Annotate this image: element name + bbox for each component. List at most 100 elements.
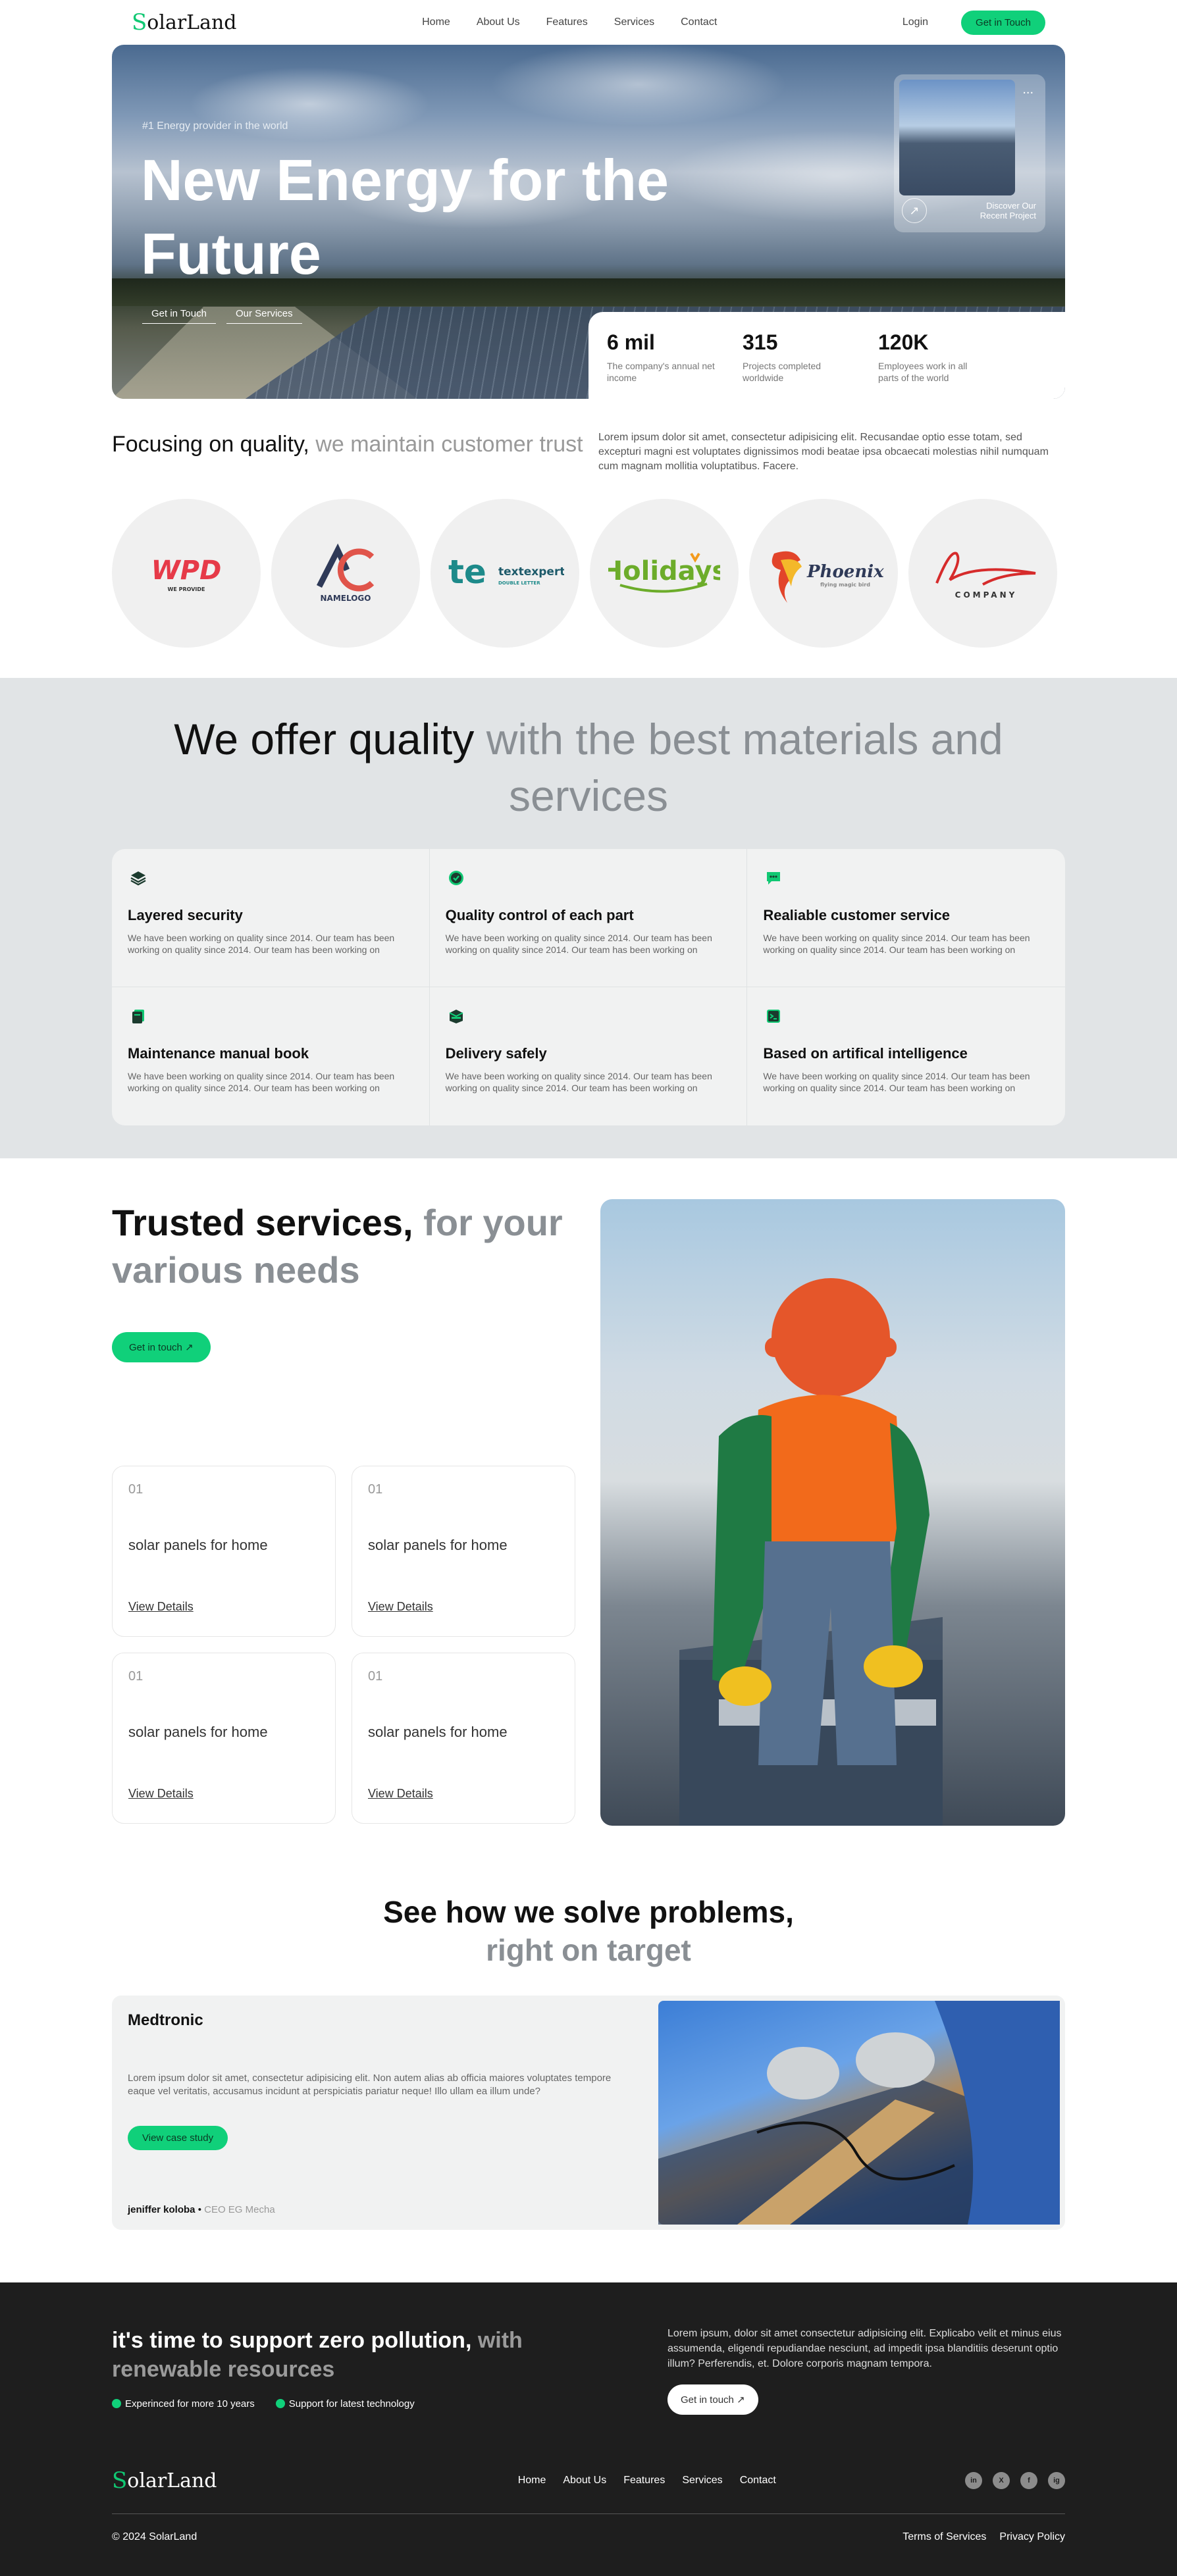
features-grid: Layered security We have been working on… xyxy=(112,849,1065,1125)
nav-link-services[interactable]: Services xyxy=(614,16,654,28)
legal-links: Terms of Services Privacy Policy xyxy=(902,2531,1065,2543)
hero-links: Get in Touch Our Services xyxy=(142,304,302,324)
site-logo[interactable]: SolarLand xyxy=(132,9,237,36)
view-details-link[interactable]: View Details xyxy=(368,1600,559,1614)
solve-section: See how we solve problems, right on targe… xyxy=(112,1893,1065,2230)
recent-project-card[interactable]: ... ↗ Discover Our Recent Project xyxy=(894,74,1045,232)
card-number: 01 xyxy=(368,1669,383,1684)
feature-title: Delivery safely xyxy=(445,1045,547,1062)
footer-link-services[interactable]: Services xyxy=(682,2475,722,2486)
solar-worker-illustration xyxy=(679,1278,943,1826)
check-experience: Experinced for more 10 years xyxy=(112,2398,255,2409)
privacy-link[interactable]: Privacy Policy xyxy=(999,2531,1065,2543)
logo-phoenix-sub: flying magic bird xyxy=(820,582,870,588)
nav-actions: Login Get in Touch xyxy=(902,10,1045,35)
logo-holidays: Holidays xyxy=(590,499,739,648)
logo-text: olarLand xyxy=(147,11,237,34)
view-case-study-button[interactable]: View case study xyxy=(128,2126,228,2150)
view-details-link[interactable]: View Details xyxy=(128,1600,319,1614)
feature-quality-control: Quality control of each part We have bee… xyxy=(429,849,748,987)
nav-link-home[interactable]: Home xyxy=(422,16,450,28)
footer-link-home[interactable]: Home xyxy=(518,2475,546,2486)
svg-text:te: te xyxy=(448,553,486,591)
feature-text: We have been working on quality since 20… xyxy=(763,933,1030,955)
service-card[interactable]: 01 solar panels for home View Details xyxy=(352,1653,575,1824)
check-support: Support for latest technology xyxy=(276,2398,415,2409)
hero-our-services-link[interactable]: Our Services xyxy=(226,304,302,324)
card-title: solar panels for home xyxy=(368,1537,508,1553)
terms-link[interactable]: Terms of Services xyxy=(902,2531,986,2543)
hero-stats: 6 mil The company's annual net income 315… xyxy=(588,312,1065,399)
facebook-icon[interactable]: f xyxy=(1020,2472,1037,2489)
stat-label: The company's annual net income xyxy=(607,361,715,383)
case-author: jeniffer koloba • CEO EG Mecha xyxy=(128,2204,275,2215)
focus-section: Focusing on quality, we maintain custome… xyxy=(112,430,1065,474)
get-in-touch-button[interactable]: Get in Touch xyxy=(961,10,1045,35)
textexpert-logo-icon: te textexpert DOUBLE LETTER xyxy=(448,553,564,591)
footer-nav: SolarLand Home About Us Features Service… xyxy=(112,2467,1065,2514)
stat-employees: 120K Employees work in all parts of the w… xyxy=(878,330,1014,399)
stat-label: Employees work in all parts of the world xyxy=(878,361,968,383)
footer-get-in-touch-button[interactable]: Get in touch ↗ xyxy=(667,2384,758,2415)
social-links: in X f ig xyxy=(965,2472,1065,2489)
footer-cta-left: it's time to support zero pollution, wit… xyxy=(112,2326,560,2415)
nav-link-about[interactable]: About Us xyxy=(477,16,520,28)
footer-bottom: © 2024 SolarLand Terms of Services Priva… xyxy=(112,2531,1065,2543)
logo-textexpert-name: textexpert xyxy=(498,565,564,579)
service-card[interactable]: 01 solar panels for home View Details xyxy=(112,1653,336,1824)
linkedin-icon[interactable]: in xyxy=(965,2472,982,2489)
footer-cta-label: Get in touch xyxy=(681,2394,734,2406)
copyright: © 2024 SolarLand xyxy=(112,2531,197,2542)
solve-title-dark: See how we solve problems, xyxy=(383,1895,794,1929)
feature-title: Maintenance manual book xyxy=(128,1045,309,1062)
service-card[interactable]: 01 solar panels for home View Details xyxy=(112,1466,336,1637)
more-options-icon[interactable]: ... xyxy=(1022,82,1033,97)
recent-project-thumbnail xyxy=(899,80,1015,195)
hero-get-in-touch-link[interactable]: Get in Touch xyxy=(142,304,216,324)
arrow-up-right-icon[interactable]: ↗ xyxy=(902,198,927,223)
footer-links: Home About Us Features Services Contact xyxy=(518,2475,776,2486)
wiring-illustration xyxy=(658,2001,1060,2225)
logo-holidays-name: Holidays xyxy=(608,556,720,586)
card-number: 01 xyxy=(128,1482,144,1497)
offer-title-dark: We offer quality xyxy=(174,715,475,763)
nav-link-features[interactable]: Features xyxy=(546,16,588,28)
card-number: 01 xyxy=(368,1482,383,1497)
view-details-link[interactable]: View Details xyxy=(368,1787,559,1801)
footer-link-features[interactable]: Features xyxy=(623,2475,665,2486)
x-icon[interactable]: X xyxy=(993,2472,1010,2489)
logo-textexpert-sub: DOUBLE LETTER xyxy=(498,580,540,586)
footer-logo[interactable]: SolarLand xyxy=(112,2467,217,2494)
focus-title-dark: Focusing on quality, xyxy=(112,432,309,457)
feature-maintenance-book: Maintenance manual book We have been wor… xyxy=(112,987,430,1125)
trusted-title: Trusted services, for your various needs xyxy=(112,1199,577,1294)
login-link[interactable]: Login xyxy=(902,16,928,28)
footer-link-contact[interactable]: Contact xyxy=(740,2475,776,2486)
feature-delivery: Delivery safely We have been working on … xyxy=(430,987,748,1125)
trusted-get-in-touch-button[interactable]: Get in touch ↗ xyxy=(112,1332,211,1362)
feature-title: Layered security xyxy=(128,907,243,923)
instagram-icon[interactable]: ig xyxy=(1048,2472,1065,2489)
footer-link-about[interactable]: About Us xyxy=(563,2475,606,2486)
view-details-link[interactable]: View Details xyxy=(128,1787,319,1801)
logo-namelogo: NAMELOGO xyxy=(271,499,420,648)
logo-wpd: WPD WE PROVIDE xyxy=(112,499,261,648)
solve-title: See how we solve problems, right on targe… xyxy=(112,1893,1065,1969)
feature-title: Quality control of each part xyxy=(445,907,634,923)
footer: it's time to support zero pollution, wit… xyxy=(0,2282,1177,2576)
focus-text: Lorem ipsum dolor sit amet, consectetur … xyxy=(598,432,1049,472)
check-circle-icon xyxy=(446,867,467,889)
footer-cta-right: Lorem ipsum, dolor sit amet consectetur … xyxy=(667,2326,1065,2415)
service-card[interactable]: 01 solar panels for home View Details xyxy=(352,1466,575,1637)
feature-title: Based on artifical intelligence xyxy=(763,1045,968,1062)
logo-company: COMPANY xyxy=(908,499,1057,648)
logo-text: olarLand xyxy=(127,2469,217,2492)
arrow-up-right-icon: ↗ xyxy=(185,1342,194,1353)
nav-link-contact[interactable]: Contact xyxy=(681,16,717,28)
author-separator: • xyxy=(195,2204,205,2215)
stat-value: 6 mil xyxy=(607,330,655,354)
ac-logo-icon: NAMELOGO xyxy=(316,543,375,603)
phoenix-logo-icon: Phoenix flying magic bird xyxy=(772,551,884,603)
worker-photo xyxy=(600,1199,1065,1826)
logo-wpd-sub: WE PROVIDE xyxy=(168,586,205,592)
